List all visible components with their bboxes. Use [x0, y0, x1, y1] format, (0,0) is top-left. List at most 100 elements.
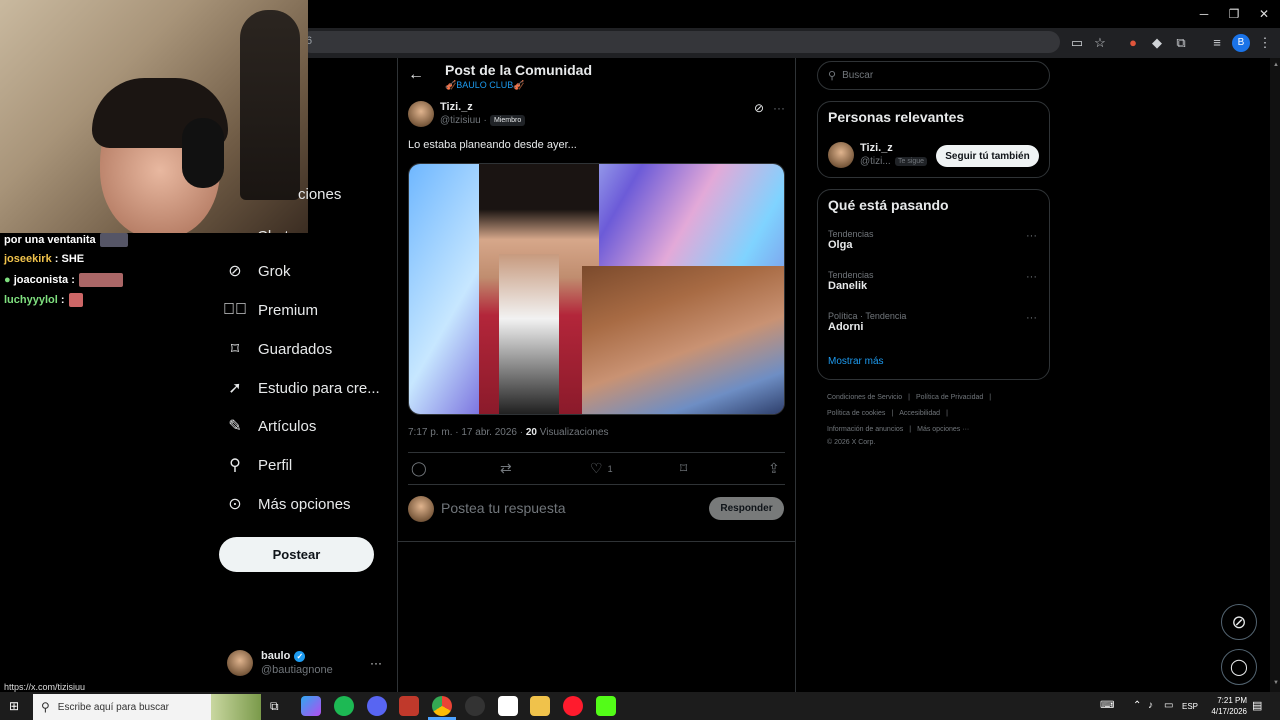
opera-icon[interactable]	[563, 696, 583, 716]
relevant-avatar[interactable]	[828, 142, 854, 168]
minimize-icon[interactable]: ─	[1196, 6, 1212, 22]
footer-link[interactable]: Política de cookies	[827, 410, 885, 417]
trend-more-icon[interactable]: ···	[1026, 312, 1037, 324]
extension-icon[interactable]: ●	[1124, 34, 1142, 52]
maximize-icon[interactable]: ❐	[1226, 6, 1242, 22]
bookmark-icon[interactable]: ⌑	[680, 460, 687, 477]
extensions-puzzle-icon[interactable]: ⧉	[1172, 34, 1190, 52]
taskbar-search[interactable]: ⚲ Escribe aquí para buscar	[33, 694, 261, 720]
post-button[interactable]: Postear	[219, 537, 374, 572]
keyboard-icon[interactable]: ⌨	[1100, 700, 1114, 711]
nav-item-creator-studio[interactable]: ➚ Estudio para cre...	[226, 373, 379, 403]
search-box[interactable]: ⚲ Buscar	[817, 61, 1050, 90]
search-input[interactable]: Buscar	[842, 70, 873, 81]
language-indicator[interactable]: ESP	[1182, 702, 1198, 711]
account-name-row[interactable]: baulo ✓	[261, 650, 306, 662]
chat-line: luchyyylol :	[4, 293, 83, 307]
grok-explain-icon[interactable]: ⊘	[754, 101, 764, 115]
discord-icon[interactable]	[367, 696, 387, 716]
kick-icon[interactable]	[596, 696, 616, 716]
like-button[interactable]: ♡ 1	[590, 460, 613, 477]
post-image[interactable]	[408, 163, 785, 415]
file-explorer-icon[interactable]	[530, 696, 550, 716]
reply-button[interactable]: Responder	[709, 497, 784, 520]
nav-item-articles[interactable]: ✎ Artículos	[226, 411, 316, 441]
post-meta: 7:17 p. m. · 17 abr. 2026 · 20 Visualiza…	[408, 427, 609, 438]
close-icon[interactable]: ✕	[1256, 6, 1272, 22]
messages-float-icon[interactable]: ◯	[1221, 649, 1257, 685]
nav-item-partial[interactable]: ciones	[298, 186, 341, 203]
footer-link[interactable]: Más opciones ···	[917, 426, 969, 433]
post-author-avatar[interactable]	[408, 101, 434, 127]
voice-app-icon[interactable]	[399, 696, 419, 716]
trend-meta: Política · Tendencia	[828, 311, 907, 321]
trend-item[interactable]: Tendencias Olga	[828, 229, 874, 251]
reading-list-icon[interactable]: ≡	[1208, 34, 1226, 52]
scrollbar[interactable]: ▲ ▼	[1270, 58, 1280, 692]
trend-item[interactable]: Política · Tendencia Adorni	[828, 311, 906, 333]
footer-link[interactable]: Información de anuncios	[827, 426, 903, 433]
account-menu-icon[interactable]: ···	[370, 656, 382, 670]
tray-chevron-icon[interactable]: ⌃	[1133, 700, 1141, 711]
chat-username: luchyyylol	[4, 293, 58, 306]
relevant-title: Personas relevantes	[828, 109, 965, 125]
reply-icon[interactable]: ◯	[411, 460, 427, 477]
nav-item-profile[interactable]: ⚲ Perfil	[226, 450, 292, 480]
search-icon: ⚲	[828, 70, 837, 82]
install-app-icon[interactable]: ▭	[1068, 34, 1086, 52]
volume-icon[interactable]: ♪	[1148, 700, 1153, 711]
grok-float-icon[interactable]: ⊘	[1221, 604, 1257, 640]
nav-item-grok[interactable]: ⊘ Grok	[226, 256, 290, 286]
trend-more-icon[interactable]: ···	[1026, 271, 1037, 283]
chrome-icon[interactable]	[432, 696, 452, 716]
footer-link[interactable]: Política de Privacidad	[916, 394, 983, 401]
relevant-name[interactable]: Tizi._z	[860, 142, 893, 154]
copilot-icon[interactable]	[301, 696, 321, 716]
footer-link[interactable]: Condiciones de Servicio	[827, 394, 902, 401]
post-more-icon[interactable]: ···	[773, 101, 785, 115]
community-name[interactable]: 🎻BAULO CLUB🎻	[445, 80, 524, 91]
webcam-background-figure	[240, 10, 300, 200]
views-label: Visualizaciones	[539, 427, 609, 438]
nav-item-premium[interactable]: ✓⃝ Premium	[223, 295, 318, 325]
reply-input[interactable]: Postea tu respuesta	[441, 500, 566, 516]
divider	[408, 484, 785, 485]
nav-item-more[interactable]: ⊙ Más opciones	[226, 489, 350, 519]
task-view-icon[interactable]: ⧉	[270, 699, 279, 714]
footer-link[interactable]: Accesibilidad	[899, 410, 940, 417]
bookmark-star-icon[interactable]: ☆	[1091, 34, 1109, 52]
image-second-player	[499, 254, 559, 414]
chat-line: joseekirk : SHE	[4, 253, 84, 265]
trend-item[interactable]: Tendencias Danelik	[828, 270, 874, 292]
scroll-down-icon[interactable]: ▼	[1273, 680, 1279, 688]
back-arrow-icon[interactable]: ←	[408, 66, 424, 84]
taskbar-search-input[interactable]: Escribe aquí para buscar	[58, 702, 169, 713]
address-bar[interactable]: 6	[300, 31, 1060, 53]
webcam-overlay	[0, 0, 308, 233]
post-author-name[interactable]: Tizi._z	[440, 101, 473, 113]
trend-more-icon[interactable]: ···	[1026, 230, 1037, 242]
account-avatar[interactable]	[227, 650, 253, 676]
network-icon[interactable]: ▭	[1164, 700, 1173, 711]
nav-item-chat[interactable]: Chat	[257, 228, 289, 233]
share-icon[interactable]: ⇪	[768, 460, 780, 477]
clock[interactable]: 7:21 PM 4/17/2026	[1203, 695, 1247, 717]
nav-item-bookmarks[interactable]: ⌑ Guardados	[226, 334, 332, 364]
follow-back-button[interactable]: Seguir tú también	[936, 145, 1039, 167]
verified-badge-icon: ✓	[294, 650, 306, 662]
show-more-link[interactable]: Mostrar más	[828, 356, 884, 367]
divider	[408, 452, 785, 453]
windows-start-icon[interactable]: ⊞	[9, 699, 19, 713]
obs-icon[interactable]	[465, 696, 485, 716]
capcut-icon[interactable]	[498, 696, 518, 716]
search-highlight-image	[211, 694, 261, 720]
post-author-handle[interactable]: @tizisiuu ·	[440, 115, 487, 126]
repost-icon[interactable]: ⇄	[500, 460, 512, 477]
profile-avatar-icon[interactable]: B	[1232, 34, 1250, 52]
notifications-icon[interactable]: ▤	[1252, 699, 1262, 712]
extension-shield-icon[interactable]: ◆	[1148, 34, 1166, 52]
spotify-icon[interactable]	[334, 696, 354, 716]
browser-menu-icon[interactable]: ⋮	[1256, 34, 1274, 52]
scroll-up-icon[interactable]: ▲	[1273, 62, 1279, 70]
chat-message: por una ventanita	[4, 233, 96, 246]
